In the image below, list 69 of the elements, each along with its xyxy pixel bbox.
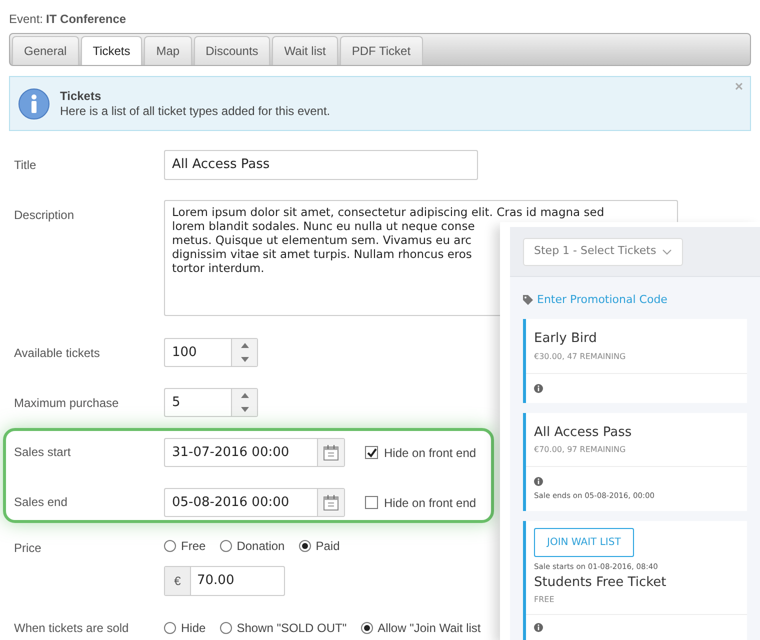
field-label: Sales end (14, 494, 68, 511)
ticket-name: Early Bird (534, 330, 598, 348)
ticket-meta: €70.00, 97 REMAINING (534, 444, 627, 456)
radio-label: Paid (316, 538, 340, 555)
field-label: Available tickets (14, 345, 101, 362)
tab[interactable]: Wait list (272, 36, 338, 65)
field-label: Maximum purchase (14, 395, 120, 412)
description-line: lorem blandit sodales. Nunc eu nulla ut neque conse (172, 219, 475, 233)
number-value: 100 (171, 344, 198, 362)
price-input[interactable]: € 70.00 (164, 566, 285, 596)
description-line: metus. Quisque ut elementum sem. Vivamus eu arc (172, 233, 472, 247)
tab[interactable]: Tickets (80, 36, 142, 65)
event-label: Event: (9, 11, 44, 28)
radio-label: Hide (181, 620, 206, 637)
radio-button[interactable] (164, 622, 176, 634)
alert-title: Tickets (60, 88, 102, 104)
date-input[interactable]: 05-08-2016 00:00 (164, 488, 345, 517)
title-input[interactable]: All Access Pass (164, 150, 478, 180)
field-label: When tickets are sold (14, 620, 130, 637)
calendar-icon (323, 494, 339, 510)
field-label: Sales start (14, 444, 72, 461)
description-line: dignissim vitae sit amet turpis. Nullam rhoncus eros (172, 247, 472, 261)
checkbox-label: Hide on front end (384, 444, 476, 462)
radio-label: Shown "SOLD OUT" (236, 620, 347, 637)
calendar-icon (323, 444, 339, 460)
number-input[interactable]: 5 (164, 388, 258, 417)
calendar-button[interactable] (317, 489, 344, 516)
radio-button[interactable] (360, 622, 373, 634)
ticket-name: All Access Pass (534, 424, 633, 442)
checkbox-label: Hide on front end (384, 494, 476, 512)
date-value: 31-07-2016 00:00 (171, 444, 290, 462)
radio-button[interactable] (298, 540, 311, 552)
ticket-meta: FREE (534, 594, 554, 606)
alert-text: Here is a list of all ticket types added for this event. (60, 104, 330, 118)
event-name: IT Conference (46, 11, 126, 28)
tab[interactable]: Map (144, 36, 192, 65)
calendar-button[interactable] (317, 439, 344, 466)
date-input[interactable]: 31-07-2016 00:00 (164, 438, 345, 467)
radio-button[interactable] (220, 540, 232, 552)
tab[interactable]: General (12, 36, 79, 65)
price-value: 70.00 (196, 572, 236, 590)
radio-label: Free (181, 538, 206, 555)
checkbox[interactable] (365, 496, 378, 509)
field-label: Price (14, 540, 42, 557)
tag-icon (523, 295, 533, 305)
currency-addon: € (165, 567, 191, 595)
chevron-down-icon (662, 248, 672, 254)
ticket-name: Students Free Ticket (534, 574, 666, 592)
info-icon (18, 88, 50, 120)
checkbox[interactable] (365, 446, 378, 459)
checkmark-icon (366, 448, 376, 458)
ticket-meta: €30.00, 47 REMAINING (534, 350, 627, 362)
description-line: tortor interdum. (172, 261, 264, 275)
field-label: Title (14, 157, 38, 174)
tab[interactable]: PDF Ticket (340, 36, 423, 65)
date-value: 05-08-2016 00:00 (171, 494, 290, 512)
radio-button[interactable] (220, 622, 232, 634)
description-line: Lorem ipsum dolor sit amet, consectetur adipiscing elit. Cras id magna sed (172, 205, 604, 219)
radio-label: Allow "Join Wait list (378, 620, 481, 637)
info-icon[interactable] (534, 384, 543, 392)
radio-button[interactable] (164, 540, 176, 552)
number-input[interactable]: 100 (164, 338, 258, 367)
info-icon[interactable] (534, 477, 543, 486)
field-label: Description (14, 207, 76, 224)
radio-label: Donation (236, 538, 285, 555)
step-dropdown[interactable]: Step 1 - Select Tickets (523, 238, 684, 266)
tab[interactable]: Discounts (194, 36, 270, 65)
info-icon[interactable] (534, 623, 543, 632)
number-value: 5 (171, 394, 182, 412)
